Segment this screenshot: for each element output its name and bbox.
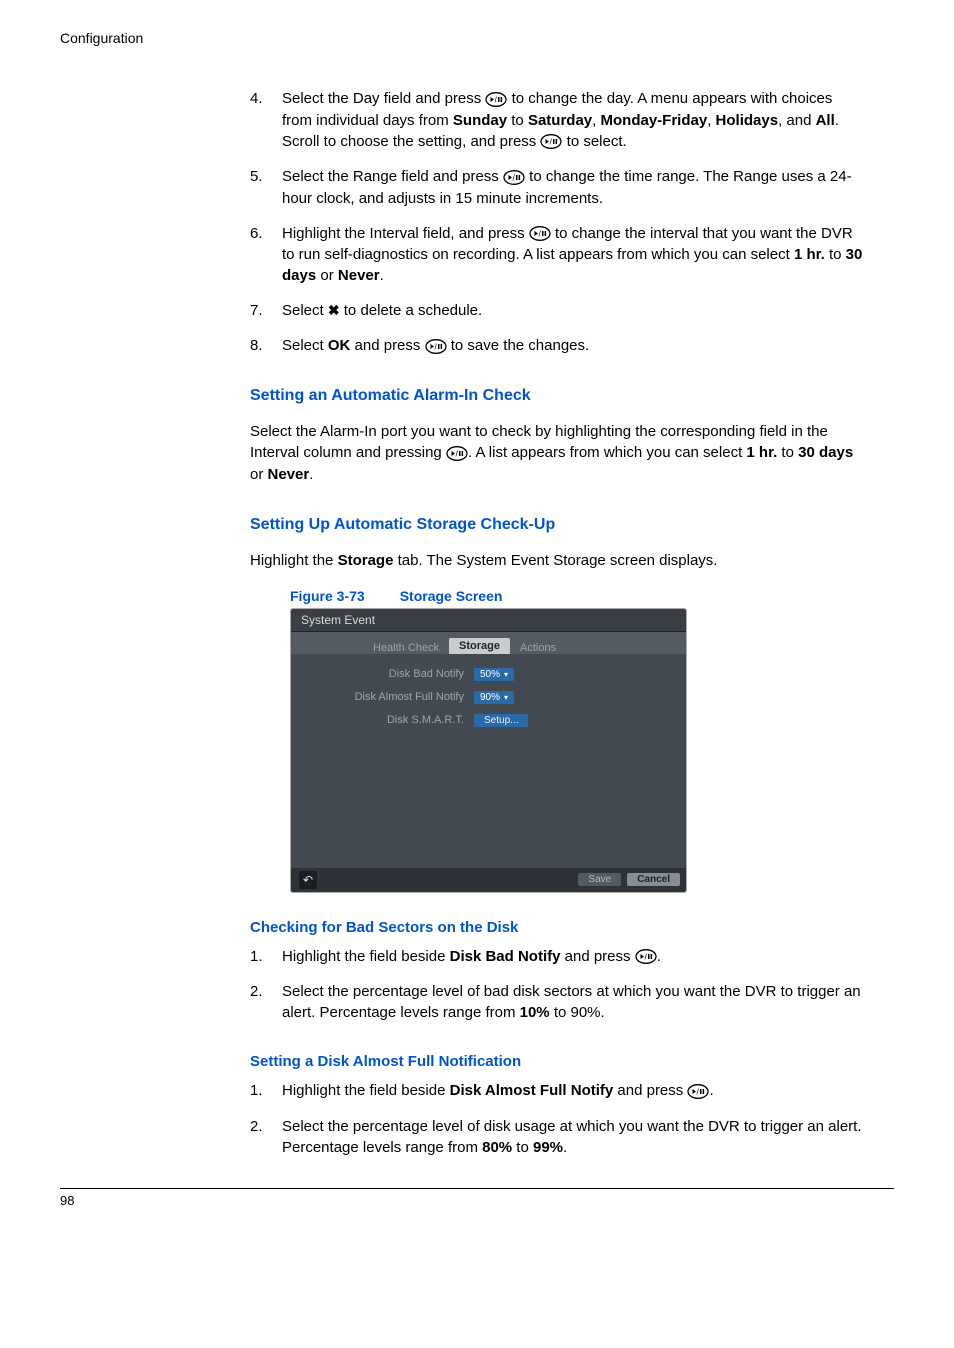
enter-button-icon: / — [446, 443, 468, 465]
list-item: 2.Select the percentage level of bad dis… — [250, 981, 864, 1023]
para-storage-intro: Highlight the Storage tab. The System Ev… — [250, 550, 864, 572]
steps-list-bad: 1.Highlight the field beside Disk Bad No… — [250, 946, 864, 1024]
enter-button-icon: / — [540, 131, 562, 152]
figure-number: Figure 3-73 — [290, 588, 365, 604]
label-disk-almost-full-notify: Disk Almost Full Notify — [309, 691, 474, 703]
chevron-down-icon: ▾ — [504, 693, 508, 702]
step-number: 8. — [250, 335, 282, 357]
svg-text:/: / — [512, 172, 515, 182]
enter-button-icon: / — [425, 336, 447, 357]
step-number: 7. — [250, 300, 282, 321]
step-number: 1. — [250, 1080, 282, 1102]
step-number: 2. — [250, 981, 282, 1023]
svg-text:/: / — [538, 229, 541, 239]
delete-x-icon: ✖ — [328, 302, 340, 318]
screenshot-footer: ↶ Save Cancel — [291, 868, 686, 892]
undo-icon[interactable]: ↶ — [299, 871, 317, 889]
list-item: 5.Select the Range field and press / to … — [250, 166, 864, 209]
list-item: 2.Select the percentage level of disk us… — [250, 1116, 864, 1158]
list-item: 1.Highlight the field beside Disk Almost… — [250, 1080, 864, 1102]
steps-list-1: 4.Select the Day field and press / to ch… — [250, 88, 864, 357]
step-number: 6. — [250, 223, 282, 287]
page-number: 98 — [60, 1193, 74, 1208]
step-text: Select the Range field and press / to ch… — [282, 166, 864, 209]
enter-button-icon: / — [485, 89, 507, 110]
label-disk-bad-notify: Disk Bad Notify — [309, 668, 474, 680]
heading-bad-sectors: Checking for Bad Sectors on the Disk — [250, 919, 864, 936]
dropdown-disk-almost-full-value: 90% — [480, 692, 500, 703]
svg-text:/: / — [550, 137, 553, 147]
tab-actions[interactable]: Actions — [510, 640, 566, 656]
figure-caption: Figure 3-73 Storage Screen — [290, 588, 864, 604]
step-text: Highlight the field beside Disk Bad Noti… — [282, 946, 864, 968]
step-text: Select the percentage level of disk usag… — [282, 1116, 864, 1158]
heading-storage-checkup: Setting Up Automatic Storage Check-Up — [250, 516, 864, 534]
figure-title: Storage Screen — [400, 588, 503, 604]
screenshot-body: Disk Bad Notify 50% ▾ Disk Almost Full No… — [291, 654, 686, 868]
step-text: Highlight the Interval field, and press … — [282, 223, 864, 287]
step-text: Highlight the field beside Disk Almost F… — [282, 1080, 864, 1102]
page-header: Configuration — [60, 30, 894, 46]
screenshot-tabbar: Health Check Storage Actions — [291, 632, 686, 654]
list-item: 8.Select OK and press / to save the chan… — [250, 335, 864, 357]
step-text: Select the Day field and press / to chan… — [282, 88, 864, 152]
dropdown-disk-bad-value: 50% — [480, 669, 500, 680]
enter-button-icon: / — [635, 946, 657, 967]
enter-button-icon: / — [529, 223, 551, 244]
chevron-down-icon: ▾ — [504, 670, 508, 679]
step-text: Select the percentage level of bad disk … — [282, 981, 864, 1023]
svg-text:/: / — [644, 952, 647, 962]
step-number: 1. — [250, 946, 282, 968]
svg-text:/: / — [434, 341, 437, 351]
save-button[interactable]: Save — [578, 873, 621, 886]
tab-storage[interactable]: Storage — [449, 638, 510, 654]
list-item: 7.Select ✖ to delete a schedule. — [250, 300, 864, 321]
label-disk-smart: Disk S.M.A.R.T. — [309, 714, 474, 726]
step-number: 5. — [250, 166, 282, 209]
step-text: Select ✖ to delete a schedule. — [282, 300, 864, 321]
svg-text:/: / — [495, 94, 498, 104]
storage-screenshot: System Event Health Check Storage Action… — [290, 608, 687, 893]
dropdown-disk-bad-notify[interactable]: 50% ▾ — [474, 668, 514, 681]
enter-button-icon: / — [687, 1081, 709, 1102]
svg-text:/: / — [697, 1086, 700, 1096]
button-smart-setup[interactable]: Setup... — [474, 714, 528, 727]
list-item: 4.Select the Day field and press / to ch… — [250, 88, 864, 152]
step-text: Select OK and press / to save the change… — [282, 335, 864, 357]
heading-disk-full: Setting a Disk Almost Full Notification — [250, 1053, 864, 1070]
screenshot-titlebar: System Event — [291, 609, 686, 632]
dropdown-disk-almost-full-notify[interactable]: 90% ▾ — [474, 691, 514, 704]
heading-alarm-check: Setting an Automatic Alarm-In Check — [250, 387, 864, 405]
list-item: 6.Highlight the Interval field, and pres… — [250, 223, 864, 287]
enter-button-icon: / — [503, 167, 525, 188]
tab-health-check[interactable]: Health Check — [363, 640, 449, 656]
svg-text:/: / — [455, 448, 458, 458]
para-alarm-check: Select the Alarm-In port you want to che… — [250, 421, 864, 486]
list-item: 1.Highlight the field beside Disk Bad No… — [250, 946, 864, 968]
cancel-button[interactable]: Cancel — [627, 873, 680, 886]
page-footer: 98 — [60, 1188, 894, 1208]
step-number: 2. — [250, 1116, 282, 1158]
steps-list-full: 1.Highlight the field beside Disk Almost… — [250, 1080, 864, 1158]
step-number: 4. — [250, 88, 282, 152]
